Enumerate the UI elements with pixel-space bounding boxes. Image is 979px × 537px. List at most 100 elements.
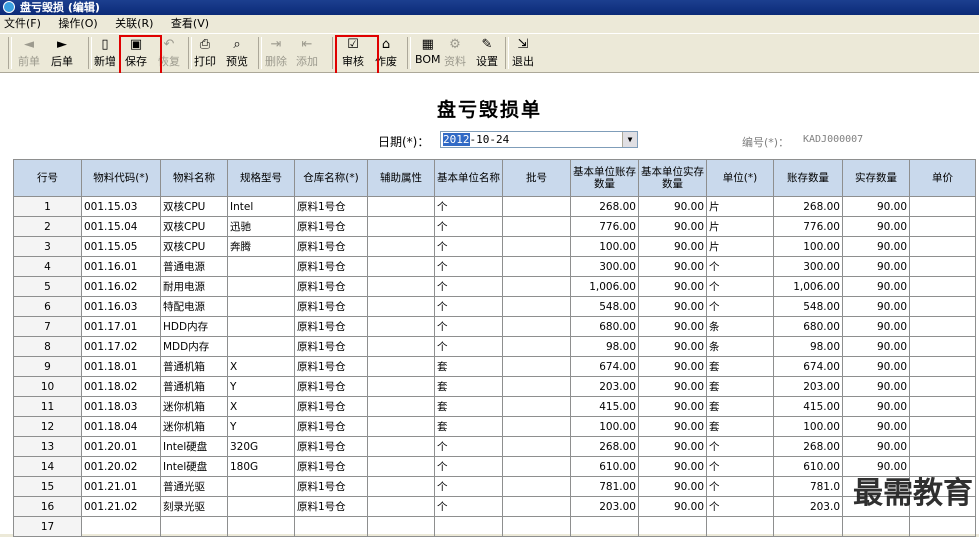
- table-cell[interactable]: 548.00: [773, 296, 843, 317]
- table-cell[interactable]: 90.00: [842, 276, 910, 297]
- table-cell[interactable]: [909, 416, 976, 437]
- table-cell[interactable]: [227, 336, 295, 357]
- table-cell[interactable]: 100.00: [773, 236, 843, 257]
- table-cell[interactable]: [367, 416, 435, 437]
- table-cell[interactable]: [227, 256, 295, 277]
- column-header[interactable]: 规格型号: [227, 159, 295, 197]
- table-cell[interactable]: [502, 396, 571, 417]
- table-cell[interactable]: 90.00: [842, 376, 910, 397]
- table-cell[interactable]: 奔腾: [227, 236, 295, 257]
- table-cell[interactable]: 原料1号仓: [294, 236, 368, 257]
- table-row[interactable]: 5 001.16.02 耐用电源 原料1号仓个 1,006.00 90.00 个 1,006.…: [13, 276, 976, 297]
- table-cell[interactable]: 套: [706, 396, 774, 417]
- table-cell[interactable]: 100.00: [570, 236, 639, 257]
- table-cell[interactable]: 001.15.03: [81, 196, 161, 217]
- table-cell[interactable]: 个: [434, 196, 503, 217]
- add-button[interactable]: ⇤ 添加: [296, 36, 318, 69]
- table-cell[interactable]: 90.00: [842, 396, 910, 417]
- table-cell[interactable]: 1,006.00: [570, 276, 639, 297]
- table-cell[interactable]: 90.00: [638, 336, 707, 357]
- table-cell[interactable]: [227, 316, 295, 337]
- table-cell[interactable]: 片: [706, 236, 774, 257]
- table-cell[interactable]: 特配电源: [160, 296, 228, 317]
- table-cell[interactable]: 100.00: [570, 416, 639, 437]
- table-cell[interactable]: 610.00: [773, 456, 843, 477]
- table-cell[interactable]: 原料1号仓: [294, 496, 368, 517]
- table-cell[interactable]: [909, 256, 976, 277]
- table-cell[interactable]: 268.00: [773, 196, 843, 217]
- table-cell[interactable]: [909, 356, 976, 377]
- table-cell[interactable]: 90.00: [638, 316, 707, 337]
- table-cell[interactable]: 001.20.01: [81, 436, 161, 457]
- table-cell[interactable]: [227, 296, 295, 317]
- table-cell[interactable]: 90.00: [638, 216, 707, 237]
- table-cell[interactable]: [909, 436, 976, 457]
- table-cell[interactable]: 套: [434, 356, 503, 377]
- column-header[interactable]: 批号: [502, 159, 571, 197]
- table-cell[interactable]: 90.00: [638, 376, 707, 397]
- table-cell[interactable]: 415.00: [773, 396, 843, 417]
- table-cell[interactable]: [502, 496, 571, 517]
- table-cell[interactable]: 原料1号仓: [294, 276, 368, 297]
- menu-view[interactable]: 查看(V): [171, 17, 209, 30]
- column-header[interactable]: 单价: [909, 159, 976, 197]
- table-cell[interactable]: [227, 496, 295, 517]
- table-row[interactable]: 10 001.18.02 普通机箱 Y 原料1号仓套 203.00 90.00 套 203.00…: [13, 376, 976, 397]
- column-header[interactable]: 辅助属性: [367, 159, 435, 197]
- table-cell[interactable]: 776.00: [773, 216, 843, 237]
- table-cell[interactable]: 个: [434, 436, 503, 457]
- table-cell[interactable]: [367, 316, 435, 337]
- table-cell[interactable]: 90.00: [842, 356, 910, 377]
- table-cell[interactable]: 415.00: [570, 396, 639, 417]
- table-cell[interactable]: 90.00: [842, 196, 910, 217]
- table-cell[interactable]: 610.00: [570, 456, 639, 477]
- table-cell[interactable]: 90.00: [638, 356, 707, 377]
- table-cell[interactable]: 原料1号仓: [294, 436, 368, 457]
- table-cell[interactable]: 674.00: [570, 356, 639, 377]
- table-cell[interactable]: 90.00: [638, 496, 707, 517]
- table-cell[interactable]: 双核CPU: [160, 236, 228, 257]
- table-cell[interactable]: 片: [706, 196, 774, 217]
- table-cell[interactable]: 90.00: [638, 256, 707, 277]
- prev-button[interactable]: ◄ 前单: [18, 36, 40, 69]
- table-cell[interactable]: 原料1号仓: [294, 296, 368, 317]
- table-cell[interactable]: Y: [227, 376, 295, 397]
- table-cell[interactable]: [502, 236, 571, 257]
- table-cell[interactable]: 001.17.01: [81, 316, 161, 337]
- table-cell[interactable]: [367, 436, 435, 457]
- table-cell[interactable]: 001.17.02: [81, 336, 161, 357]
- material-button[interactable]: ⚙ 资料: [444, 36, 466, 69]
- new-button[interactable]: ▯ 新增: [94, 36, 116, 69]
- table-cell[interactable]: [367, 276, 435, 297]
- table-cell[interactable]: 90.00: [638, 416, 707, 437]
- column-header[interactable]: 物料名称: [160, 159, 228, 197]
- table-row[interactable]: 9 001.18.01 普通机箱 X 原料1号仓套 674.00 90.00 套 674.00 9…: [13, 356, 976, 377]
- table-cell[interactable]: [909, 276, 976, 297]
- table-cell[interactable]: [502, 416, 571, 437]
- column-header[interactable]: 仓库名称(*): [294, 159, 368, 197]
- print-button[interactable]: ⎙ 打印: [194, 36, 216, 69]
- table-cell[interactable]: 90.00: [842, 296, 910, 317]
- column-header[interactable]: 基本单位名称: [434, 159, 503, 197]
- table-cell[interactable]: 原料1号仓: [294, 376, 368, 397]
- menu-relate[interactable]: 关联(R): [115, 17, 153, 30]
- delete-button[interactable]: ⇥ 删除: [265, 36, 287, 69]
- table-cell[interactable]: 1,006.00: [773, 276, 843, 297]
- table-cell[interactable]: 680.00: [570, 316, 639, 337]
- table-cell[interactable]: 套: [706, 416, 774, 437]
- table-cell[interactable]: 001.21.02: [81, 496, 161, 517]
- table-cell[interactable]: [909, 336, 976, 357]
- table-cell[interactable]: [502, 196, 571, 217]
- table-cell[interactable]: [367, 476, 435, 497]
- column-header[interactable]: 基本单位账存数量: [570, 159, 639, 197]
- table-cell[interactable]: 个: [706, 476, 774, 497]
- date-picker[interactable]: 2012-10-24 ▼: [440, 131, 638, 148]
- table-cell[interactable]: [909, 316, 976, 337]
- table-cell[interactable]: 001.18.01: [81, 356, 161, 377]
- table-cell[interactable]: 普通机箱: [160, 356, 228, 377]
- table-cell[interactable]: [502, 296, 571, 317]
- table-cell[interactable]: 原料1号仓: [294, 216, 368, 237]
- table-cell[interactable]: [367, 196, 435, 217]
- table-cell[interactable]: [502, 436, 571, 457]
- table-row[interactable]: 8 001.17.02 MDD内存 原料1号仓个 98.00 90.00 条 98.00 90.…: [13, 336, 976, 357]
